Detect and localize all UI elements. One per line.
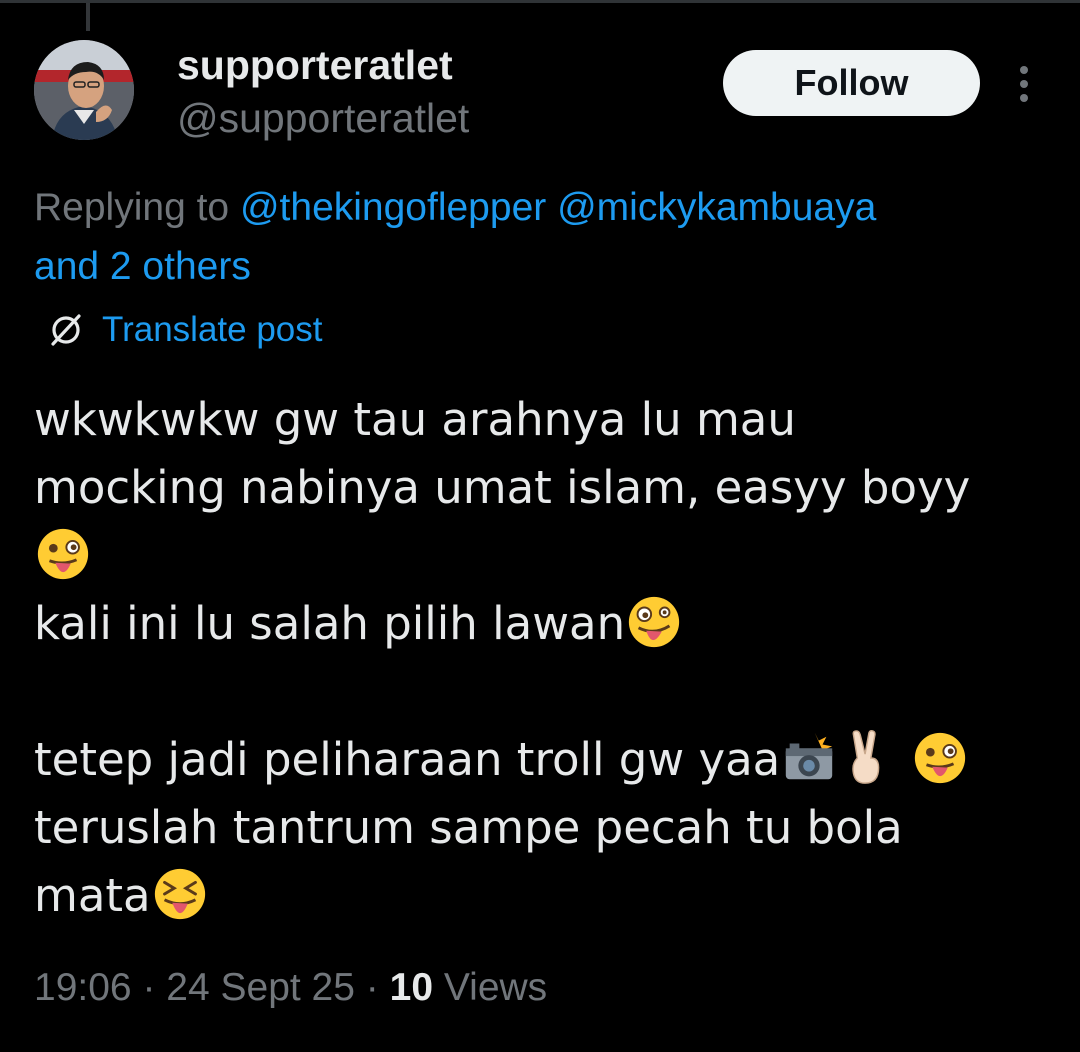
mention-link[interactable]: @mickykambuaya: [557, 186, 876, 229]
mention-link[interactable]: @thekingoflepper: [240, 186, 546, 229]
post-line: wkwkwkw gw tau arahnya lu mau: [34, 393, 796, 446]
post-line-text: mata: [34, 869, 151, 922]
replying-to-prefix: Replying to: [34, 186, 240, 229]
post-line: [34, 522, 1064, 590]
camera-flash-emoji: [786, 732, 833, 780]
follow-button[interactable]: Follow: [723, 50, 980, 116]
views-label: Views: [433, 966, 548, 1009]
squinting-tongue-emoji: [154, 868, 205, 920]
avatar[interactable]: [34, 40, 134, 140]
translate-icon: [44, 308, 88, 352]
post-line: mata: [34, 862, 1064, 930]
others-link[interactable]: and 2 others: [34, 245, 251, 288]
post-date[interactable]: 24 Sept 25: [166, 966, 355, 1009]
post-line: mocking nabinya umat islam, easyy boyy: [34, 461, 971, 514]
post-body: wkwkwkw gw tau arahnya lu mau mocking na…: [34, 386, 1064, 930]
winking-tongue-emoji: [914, 732, 965, 784]
translate-post-label: Translate post: [102, 310, 323, 349]
views-count: 10: [389, 966, 434, 1009]
top-divider: [0, 0, 1080, 3]
post-line: kali ini lu salah pilih lawan: [34, 590, 1064, 658]
post-time[interactable]: 19:06: [34, 966, 132, 1009]
translate-post-link[interactable]: Translate post: [44, 308, 322, 352]
post-line-text: tetep jadi peliharaan troll gw yaa: [34, 733, 781, 786]
post-blank-line: [34, 658, 1064, 726]
author-handle[interactable]: @supporteratlet: [177, 95, 469, 142]
thread-connector-line: [86, 3, 90, 31]
post-line: teruslah tantrum sampe pecah tu bola: [34, 801, 903, 854]
more-vertical-icon[interactable]: [1008, 62, 1040, 106]
post-line: tetep jadi peliharaan troll gw yaa: [34, 726, 1064, 794]
post-meta: 19:06 · 24 Sept 25 · 10 Views: [34, 966, 547, 1010]
victory-hand-emoji: [852, 729, 880, 784]
meta-separator: ·: [131, 966, 167, 1009]
winking-tongue-emoji: [37, 528, 89, 580]
meta-separator: ·: [354, 966, 390, 1009]
replying-to: Replying to @thekingoflepper @mickykambu…: [34, 178, 1044, 296]
author-display-name[interactable]: supporteratlet: [177, 42, 453, 89]
zany-face-emoji: [628, 596, 680, 648]
post-line-text: kali ini lu salah pilih lawan: [34, 597, 626, 650]
